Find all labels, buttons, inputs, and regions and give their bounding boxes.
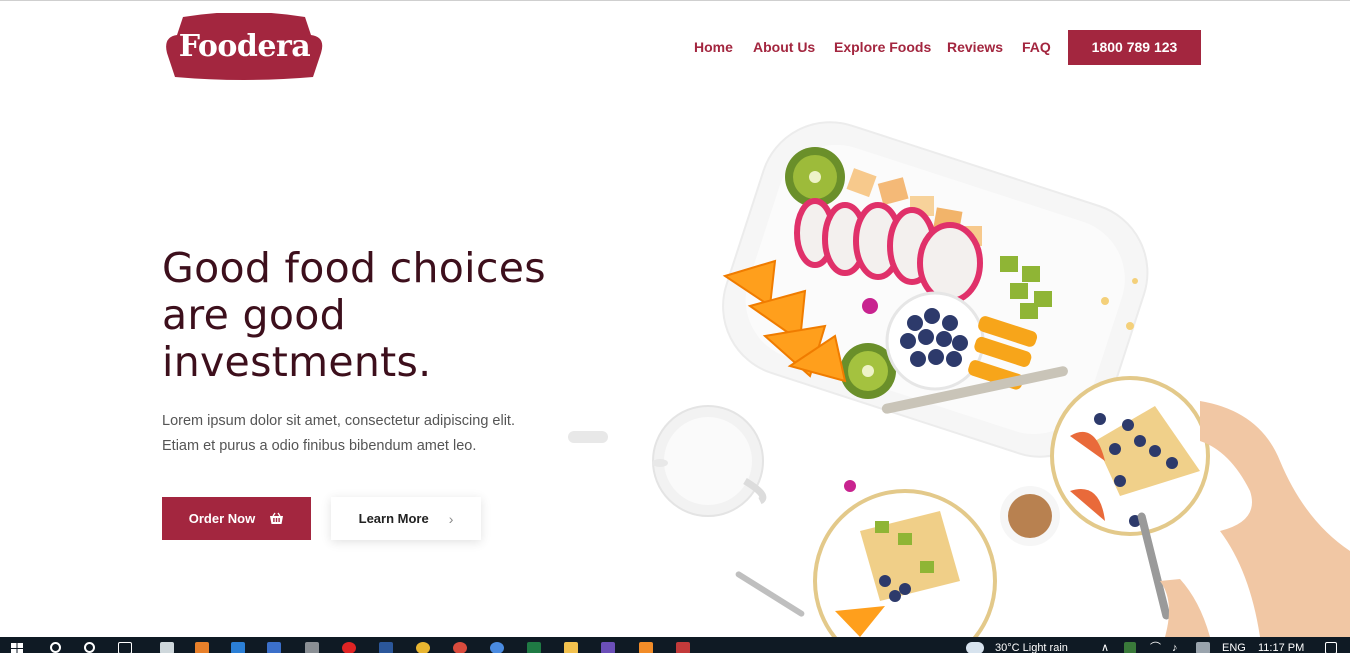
basket-icon (270, 512, 284, 524)
weather-cloud-icon (966, 642, 984, 653)
taskbar-weather[interactable]: 30°C Light rain (995, 642, 1068, 653)
chrome-icon-3[interactable] (490, 642, 504, 653)
windows-start-icon[interactable] (11, 643, 23, 653)
nvidia-icon[interactable] (1124, 642, 1136, 653)
excel-icon[interactable] (527, 642, 541, 653)
order-now-label: Order Now (188, 511, 256, 526)
nav-reviews[interactable]: Reviews (947, 39, 1003, 57)
chevron-up-icon[interactable]: ∧ (1101, 642, 1109, 653)
calculator-icon[interactable] (305, 642, 319, 653)
taskbar-language[interactable]: ENG (1222, 642, 1246, 653)
task-view-icon[interactable] (118, 642, 132, 653)
phone-button[interactable]: 1800 789 123 (1068, 30, 1201, 65)
hero-headline: Good food choices are good investments. (162, 245, 592, 386)
volume-icon[interactable]: ♪ (1172, 642, 1178, 653)
hero-description: Lorem ipsum dolor sit amet, consectetur … (162, 409, 582, 459)
landing-page: Foodera Home About Us Explore Foods Revi… (0, 0, 1350, 653)
nav-explore-foods[interactable]: Explore Foods (834, 39, 931, 57)
app-jw-icon[interactable] (601, 642, 615, 653)
battery-icon[interactable] (1196, 642, 1210, 653)
chrome-icon[interactable] (416, 642, 430, 653)
search-icon[interactable] (50, 642, 61, 653)
media-player-icon[interactable] (342, 642, 356, 653)
learn-more-button[interactable]: Learn More › (331, 497, 481, 540)
wifi-icon[interactable]: ⌒ (1150, 642, 1161, 653)
windows-taskbar: 30°C Light rain ∧ ⌒ ♪ ENG 11:17 PM (0, 637, 1350, 653)
vscode-icon[interactable] (231, 642, 245, 653)
desc-line-1: Lorem ipsum dolor sit amet, consectetur … (162, 413, 515, 429)
order-now-button[interactable]: Order Now (162, 497, 311, 540)
word-icon[interactable] (379, 642, 393, 653)
nav-about-us[interactable]: About Us (753, 39, 815, 57)
app-flag-icon[interactable] (676, 642, 690, 653)
sublime-icon[interactable] (195, 642, 209, 653)
file-explorer-icon[interactable] (564, 642, 578, 653)
learn-more-label: Learn More (358, 511, 429, 526)
notification-icon[interactable] (1325, 642, 1337, 653)
brand-logo[interactable]: Foodera (163, 13, 326, 81)
nav-home[interactable]: Home (694, 39, 733, 57)
headline-line-3: investments. (162, 338, 432, 386)
headline-line-2: are good (162, 291, 346, 339)
logo-text: Foodera (178, 29, 311, 64)
hero-food-image (560, 101, 1350, 637)
taskbar-clock[interactable]: 11:17 PM (1258, 642, 1304, 653)
chevron-right-icon: › (448, 510, 454, 527)
app-icon[interactable] (267, 642, 281, 653)
desc-line-2: Etiam et purus a odio finibus bibendum a… (162, 438, 477, 454)
headline-line-1: Good food choices (162, 244, 546, 292)
nav-faq[interactable]: FAQ (1022, 39, 1051, 57)
app-orange-icon[interactable] (639, 642, 653, 653)
cortana-icon[interactable] (84, 642, 95, 653)
notepad-icon[interactable] (160, 642, 174, 653)
chrome-icon-2[interactable] (453, 642, 467, 653)
